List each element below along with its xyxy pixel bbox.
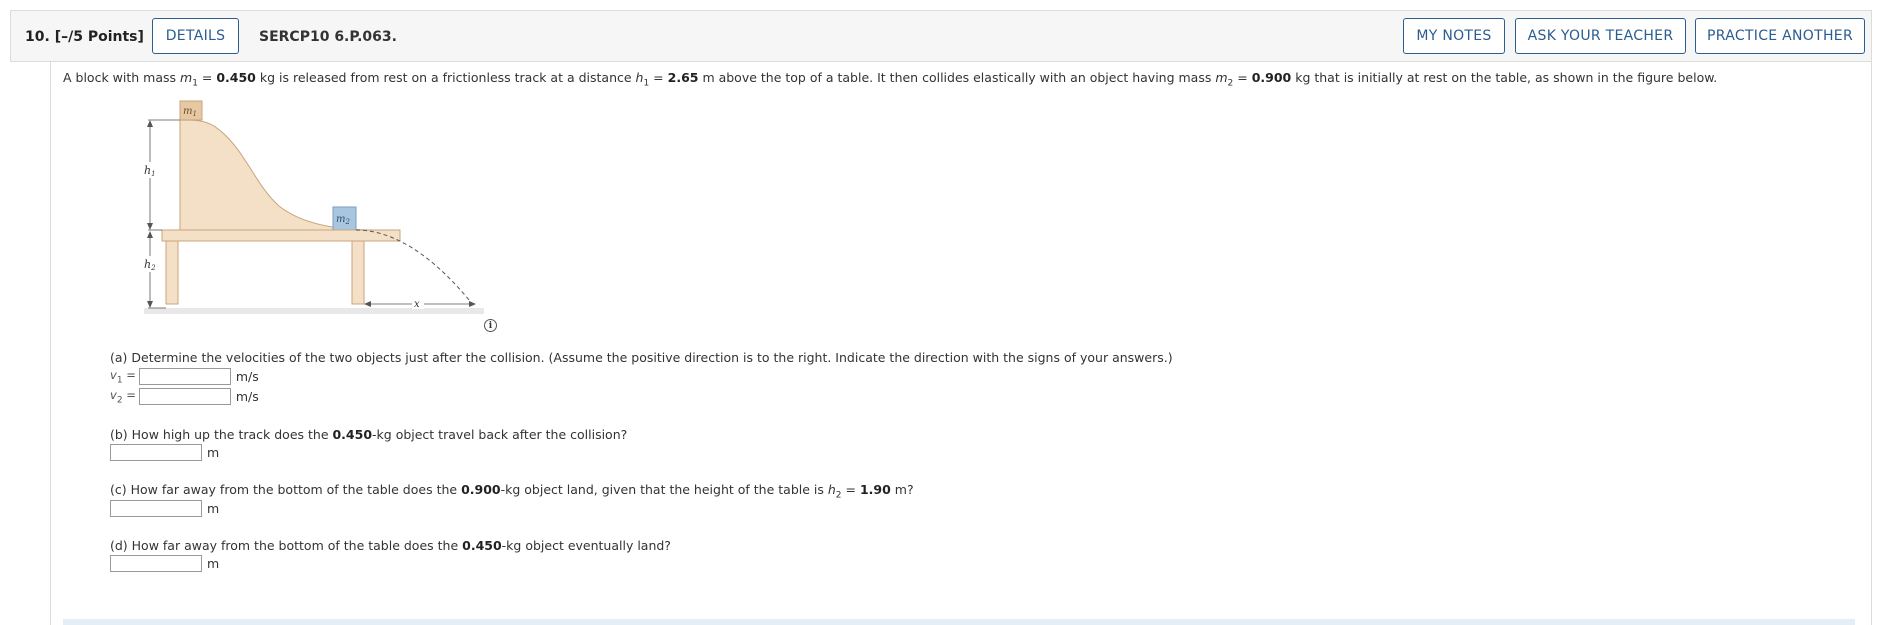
v2-label: v2 = <box>110 388 136 406</box>
mass2-value: 0.900 <box>1251 70 1292 85</box>
practice-another-button[interactable]: PRACTICE ANOTHER <box>1695 18 1865 54</box>
table-leg-right <box>351 240 365 305</box>
v1-answer-input[interactable] <box>138 368 231 386</box>
problem-text: kg that is initially at rest on the tabl… <box>1291 70 1718 85</box>
question-points: [–/5 Points] <box>54 29 144 45</box>
x-arrow-left <box>364 301 371 307</box>
h1-arrow-down <box>147 223 153 230</box>
floor <box>144 308 484 314</box>
details-button[interactable]: DETAILS <box>152 18 239 54</box>
mass1-value: 0.450 <box>216 70 256 85</box>
x-arrow-right <box>469 301 476 307</box>
h2-arrow-up <box>147 231 153 238</box>
table-top <box>161 229 401 242</box>
ask-your-teacher-button[interactable]: ASK YOUR TEACHER <box>1515 18 1686 54</box>
my-notes-button[interactable]: MY NOTES <box>1403 18 1505 54</box>
part-d-unit: m <box>207 556 220 571</box>
part-d-answer-input[interactable] <box>110 555 202 572</box>
height1-value: 2.65 <box>667 70 699 85</box>
part-b-prompt: (b) How high up the track does the 0.450… <box>110 427 628 442</box>
problem-text: = <box>197 70 217 85</box>
mass1-symbol: m <box>180 70 193 85</box>
question-number: 10. [–/5 Points] <box>25 29 144 45</box>
part-c-unit: m <box>207 501 220 516</box>
problem-text: kg is released from rest on a frictionle… <box>255 70 636 85</box>
part-d-row: m <box>110 555 219 572</box>
part-d-prompt: (d) How far away from the bottom of the … <box>110 538 671 553</box>
h2-arrow-down <box>147 301 153 308</box>
part-a-v1-row: v1 = m/s <box>110 368 259 385</box>
question-header: 10. [–/5 Points] DETAILS SERCP10 6.P.063… <box>10 10 1872 62</box>
part-b-unit: m <box>207 445 220 460</box>
label-x: x <box>414 299 420 310</box>
part-c-answer-input[interactable] <box>110 500 202 517</box>
part-b-row: m <box>110 444 219 461</box>
part-a-prompt: (a) Determine the velocities of the two … <box>110 350 1173 365</box>
h1-arrow-up <box>147 120 153 127</box>
problem-text: A block with mass <box>63 70 180 85</box>
problem-text: = <box>1233 70 1252 85</box>
question-code: SERCP10 6.P.063. <box>259 29 397 45</box>
part-c-prompt: (c) How far away from the bottom of the … <box>110 482 914 501</box>
v1-label: v1 = <box>110 368 136 386</box>
problem-text: = <box>649 70 668 85</box>
part-c-row: m <box>110 500 219 517</box>
part-a-v2-row: v2 = m/s <box>110 388 259 405</box>
track-table-figure: m1 m2 h1 h2 x <box>142 100 484 314</box>
part-b-answer-input[interactable] <box>110 444 202 461</box>
info-icon[interactable]: i <box>484 319 497 332</box>
question-number-text: 10. <box>25 29 50 45</box>
v1-unit: m/s <box>235 369 259 385</box>
v2-answer-input[interactable] <box>138 388 231 406</box>
table-leg-left <box>165 240 179 305</box>
problem-text: m above the top of a table. It then coll… <box>698 70 1216 85</box>
section-bottom-bar <box>63 619 1855 625</box>
v2-unit: m/s <box>235 389 259 405</box>
mass2-symbol: m <box>1215 70 1228 85</box>
problem-statement: A block with mass m1 = 0.450 kg is relea… <box>63 70 1717 89</box>
